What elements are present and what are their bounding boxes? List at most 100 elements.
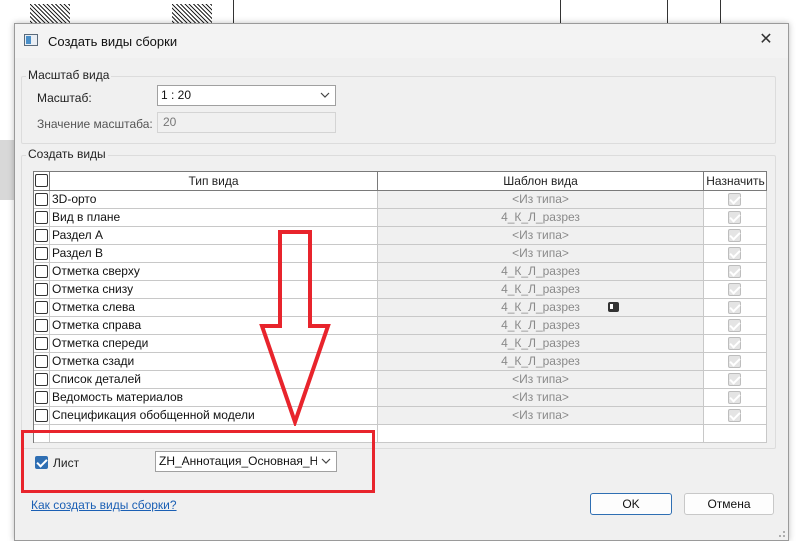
row-select-cell <box>34 245 50 263</box>
drawing-line <box>720 0 721 24</box>
assign-checkbox <box>728 211 741 224</box>
view-row-checkbox[interactable] <box>35 265 48 278</box>
sheet-titleblock-select[interactable]: ZH_Аннотация_Основная_Надпись <box>155 451 337 472</box>
assign-checkbox <box>728 373 741 386</box>
row-select-cell <box>34 371 50 389</box>
view-type-cell: Отметка сзади <box>50 353 378 371</box>
assign-checkbox <box>728 265 741 278</box>
view-type-cell: Раздел B <box>50 245 378 263</box>
view-template-cell[interactable]: 4_К_Л_разрез <box>378 281 704 299</box>
assign-checkbox <box>728 229 741 242</box>
table-row: Раздел A <Из типа> <box>34 227 767 245</box>
view-template-cell[interactable]: 4_К_Л_разрез <box>378 299 704 317</box>
scale-value-field: 20 <box>157 112 336 133</box>
column-header-view-template[interactable]: Шаблон вида <box>378 172 704 190</box>
help-link[interactable]: Как создать виды сборки? <box>31 498 177 512</box>
assign-cell <box>704 263 767 281</box>
scale-group: Масштаб вида <box>21 68 776 144</box>
view-template-cell[interactable]: 4_К_Л_разрез <box>378 317 704 335</box>
column-header-view-type[interactable]: Тип вида <box>50 172 378 190</box>
view-row-checkbox[interactable] <box>35 409 48 422</box>
view-row-checkbox[interactable] <box>35 355 48 368</box>
table-row: Список деталей <Из типа> <box>34 371 767 389</box>
dialog-title: Создать виды сборки <box>48 34 178 49</box>
resize-grip-icon[interactable] <box>776 528 786 538</box>
table-row: Спецификация обобщенной модели <Из типа> <box>34 407 767 425</box>
assign-cell <box>704 317 767 335</box>
view-type-cell: Ведомость материалов <box>50 389 378 407</box>
view-template-cell[interactable]: 4_К_Л_разрез <box>378 209 704 227</box>
row-empty-cell <box>378 425 704 443</box>
sheet-label: Лист <box>53 456 80 470</box>
view-template-cell[interactable]: <Из типа> <box>378 407 704 425</box>
view-row-checkbox[interactable] <box>35 211 48 224</box>
assign-checkbox <box>728 283 741 296</box>
view-row-checkbox[interactable] <box>35 373 48 386</box>
view-row-checkbox[interactable] <box>35 319 48 332</box>
view-type-cell: Отметка снизу <box>50 281 378 299</box>
view-row-checkbox[interactable] <box>35 193 48 206</box>
assign-checkbox <box>728 193 741 206</box>
row-select-cell <box>34 299 50 317</box>
view-template-cell[interactable]: <Из типа> <box>378 245 704 263</box>
row-select-cell <box>34 263 50 281</box>
view-template-cell[interactable]: <Из типа> <box>378 191 704 209</box>
create-assembly-views-dialog: Создать виды сборки ✕ Масштаб вида Масшт… <box>14 23 789 541</box>
table-row-empty <box>34 425 767 443</box>
view-row-checkbox[interactable] <box>35 301 48 314</box>
table-row: Вид в плане 4_К_Л_разрез <box>34 209 767 227</box>
scale-group-label: Масштаб вида <box>26 68 112 82</box>
ok-button[interactable]: OK <box>590 493 672 515</box>
column-header-assign[interactable]: Назначить <box>704 172 767 190</box>
row-select-cell <box>34 317 50 335</box>
assign-checkbox <box>728 391 741 404</box>
view-template-cell[interactable]: <Из типа> <box>378 371 704 389</box>
view-row-checkbox[interactable] <box>35 337 48 350</box>
view-template-cell[interactable]: 4_К_Л_разрез <box>378 353 704 371</box>
row-select-cell <box>34 353 50 371</box>
table-row: Отметка справа 4_К_Л_разрез <box>34 317 767 335</box>
view-row-checkbox[interactable] <box>35 283 48 296</box>
assign-cell <box>704 209 767 227</box>
assign-cell <box>704 335 767 353</box>
view-template-cell[interactable]: <Из типа> <box>378 227 704 245</box>
sheet-checkbox[interactable] <box>35 456 48 469</box>
view-type-cell: Список деталей <box>50 371 378 389</box>
assign-cell <box>704 299 767 317</box>
chevron-down-icon <box>321 452 331 464</box>
chevron-down-icon <box>320 86 330 98</box>
table-row: 3D-орто <Из типа> <box>34 191 767 209</box>
view-type-cell: Отметка сверху <box>50 263 378 281</box>
drawing-line <box>233 0 234 24</box>
view-template-cell[interactable]: 4_К_Л_разрез <box>378 263 704 281</box>
table-row: Отметка снизу 4_К_Л_разрез <box>34 281 767 299</box>
row-select-cell <box>34 389 50 407</box>
assign-cell <box>704 281 767 299</box>
table-row: Отметка сверху 4_К_Л_разрез <box>34 263 767 281</box>
assign-checkbox <box>728 337 741 350</box>
views-table: Тип вида Шаблон вида Назначить 3D-орто <И… <box>33 171 767 443</box>
view-template-cell[interactable]: 4_К_Л_разрез <box>378 335 704 353</box>
close-icon[interactable]: ✕ <box>756 30 776 50</box>
scale-select[interactable]: 1 : 20 <box>157 85 336 106</box>
assign-cell <box>704 407 767 425</box>
select-all-checkbox[interactable] <box>35 174 48 187</box>
view-row-checkbox[interactable] <box>35 229 48 242</box>
view-type-cell: Спецификация обобщенной модели <box>50 407 378 425</box>
assign-checkbox <box>728 319 741 332</box>
assign-cell <box>704 245 767 263</box>
table-header: Тип вида Шаблон вида Назначить <box>34 172 766 191</box>
view-template-cell[interactable]: <Из типа> <box>378 389 704 407</box>
app-window-icon <box>24 34 38 46</box>
views-group-label: Создать виды <box>26 147 108 161</box>
view-row-checkbox[interactable] <box>35 247 48 260</box>
cancel-button[interactable]: Отмена <box>684 493 774 515</box>
assign-cell <box>704 191 767 209</box>
view-type-cell: 3D-орто <box>50 191 378 209</box>
table-row: Ведомость материалов <Из типа> <box>34 389 767 407</box>
row-select-cell <box>34 227 50 245</box>
view-row-checkbox[interactable] <box>35 391 48 404</box>
row-select-cell <box>34 209 50 227</box>
scale-label: Масштаб: <box>37 91 92 105</box>
row-select-cell <box>34 335 50 353</box>
